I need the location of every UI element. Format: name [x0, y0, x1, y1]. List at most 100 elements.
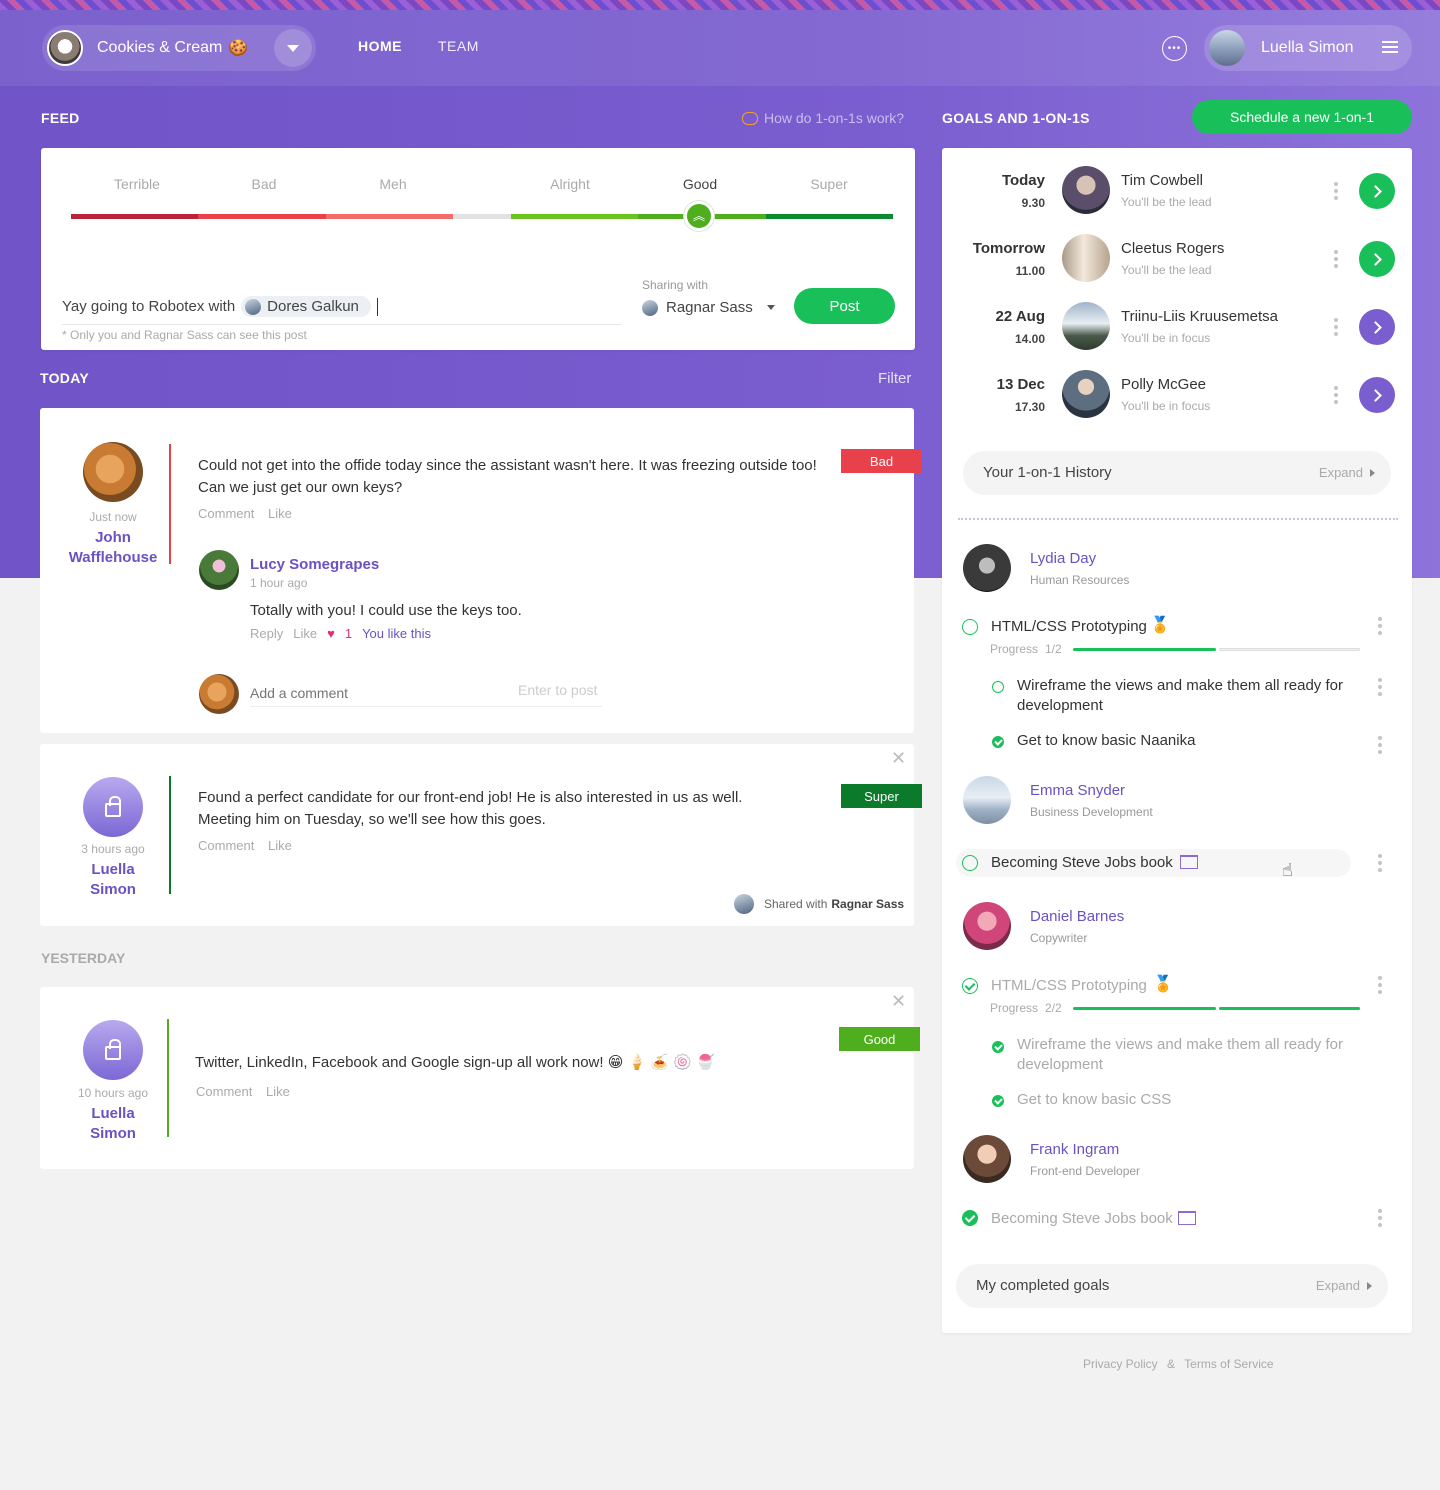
kebab-menu-icon[interactable] [1334, 182, 1338, 200]
enter-hint: Enter to post [518, 682, 598, 698]
org-dropdown-button[interactable] [274, 29, 312, 67]
comment-link[interactable]: Comment [196, 1084, 252, 1099]
reply-author[interactable]: Lucy Somegrapes [250, 556, 379, 573]
goal-row-hover[interactable] [956, 849, 1351, 877]
goal-status-icon[interactable] [962, 619, 978, 635]
meeting-person: Tim Cowbell [1121, 172, 1203, 189]
mood-badge: Bad [841, 449, 922, 473]
meeting-time: 9.30 [1021, 196, 1045, 210]
more-options-icon[interactable]: ••• [1162, 36, 1187, 61]
history-expand[interactable]: Your 1-on-1 History Expand [963, 451, 1391, 495]
meeting-row[interactable]: 22 Aug 14.00 Triinu-Liis Kruusemetsa You… [942, 284, 1412, 352]
avatar [83, 442, 143, 502]
expand-label: Expand [1315, 1278, 1360, 1293]
divider [958, 518, 1398, 520]
heart-icon: ♥ [327, 626, 335, 641]
subgoal-text: Wireframe the views and make them all re… [1017, 677, 1343, 714]
like-link[interactable]: Like [268, 838, 292, 853]
goal-title[interactable]: HTML/CSS Prototyping [991, 618, 1147, 635]
mood-meh[interactable]: Meh [333, 176, 453, 192]
like-link[interactable]: Like [266, 1084, 290, 1099]
privacy-link[interactable]: Privacy Policy [1083, 1357, 1158, 1371]
nav-home[interactable]: HOME [358, 38, 402, 54]
progress-label: Progress [990, 642, 1039, 656]
meeting-row[interactable]: Tomorrow 11.00 Cleetus Rogers You'll be … [942, 216, 1412, 284]
mood-alright[interactable]: Alright [510, 176, 630, 192]
divider [62, 324, 622, 325]
how-1on1-link[interactable]: How do 1-on-1s work? [742, 110, 904, 126]
filter-link[interactable]: Filter [878, 370, 911, 387]
meeting-person: Cleetus Rogers [1121, 240, 1225, 257]
progress-segment [1073, 648, 1216, 651]
kebab-menu-icon[interactable] [1378, 678, 1382, 696]
kebab-menu-icon[interactable] [1378, 617, 1382, 635]
kebab-menu-icon[interactable] [1334, 250, 1338, 268]
person-name[interactable]: Emma Snyder [1030, 782, 1125, 799]
kebab-menu-icon[interactable] [1334, 318, 1338, 336]
mood-terrible[interactable]: Terrible [77, 176, 197, 192]
shared-with-prefix: Shared with [764, 897, 828, 911]
kebab-menu-icon[interactable] [1378, 736, 1382, 754]
sharing-select[interactable]: Ragnar Sass [642, 299, 775, 316]
subgoal-status-icon[interactable] [992, 681, 1004, 693]
post-button[interactable]: Post [794, 288, 895, 324]
post-author-first[interactable]: Luella [43, 860, 183, 880]
open-meeting-button[interactable] [1359, 241, 1395, 277]
mood-super[interactable]: Super [769, 176, 889, 192]
mood-good[interactable]: Good [640, 176, 760, 192]
like-link[interactable]: Like [268, 506, 292, 521]
schedule-1on1-button[interactable]: Schedule a new 1-on-1 [1192, 100, 1412, 134]
subgoal-status-icon[interactable] [992, 736, 1004, 748]
you-like-this[interactable]: You like this [362, 626, 431, 641]
mood-slider-handle[interactable]: ︽ [684, 201, 714, 231]
terms-link[interactable]: Terms of Service [1184, 1357, 1273, 1371]
post-text: Twitter, LinkedIn, Facebook and Google s… [195, 1054, 715, 1071]
footer-ampersand: & [1167, 1357, 1176, 1371]
completed-goals-expand[interactable]: My completed goals Expand [956, 1264, 1388, 1308]
mood-indicator-line [169, 776, 171, 894]
feed-post: ✕ 10 hours ago Luella Simon Twitter, Lin… [40, 987, 920, 1169]
reply-link[interactable]: Reply [250, 626, 283, 641]
post-actions: Comment Like [198, 838, 302, 853]
open-meeting-button[interactable] [1359, 377, 1395, 413]
hamburger-menu-icon[interactable] [1382, 41, 1398, 53]
post-author-first[interactable]: Luella [43, 1104, 183, 1124]
user-name: Luella Simon [1261, 39, 1354, 56]
post-author-last[interactable]: Wafflehouse [43, 548, 183, 568]
post-input[interactable]: Yay going to Robotex with Dores Galkun [62, 296, 378, 317]
meeting-day: 13 Dec [996, 376, 1045, 393]
avatar [83, 1020, 143, 1080]
nav-team[interactable]: TEAM [438, 38, 479, 54]
subgoal-text: Get to know basic Naanika [1017, 732, 1196, 749]
mention-name: Dores Galkun [267, 298, 359, 315]
comment-link[interactable]: Comment [198, 506, 254, 521]
close-icon[interactable]: ✕ [891, 991, 906, 1012]
user-menu[interactable]: Luella Simon [1204, 25, 1412, 71]
org-switcher[interactable]: Cookies & Cream 🍪 [42, 25, 316, 71]
chevron-down-icon [287, 44, 299, 52]
meeting-role: You'll be in focus [1121, 331, 1211, 345]
reply-like-link[interactable]: Like [293, 626, 317, 641]
lock-icon [105, 796, 121, 817]
chevron-right-icon [1369, 320, 1382, 334]
caret-right-icon [1370, 469, 1375, 477]
meeting-row[interactable]: Today 9.30 Tim Cowbell You'll be the lea… [942, 148, 1412, 216]
meeting-row[interactable]: 13 Dec 17.30 Polly McGee You'll be in fo… [942, 352, 1412, 420]
reply-time: 1 hour ago [250, 576, 308, 590]
post-author-last[interactable]: Simon [43, 1124, 183, 1144]
close-icon[interactable]: ✕ [891, 748, 906, 769]
avatar [1062, 166, 1110, 214]
open-meeting-button[interactable] [1359, 309, 1395, 345]
mention-tag[interactable]: Dores Galkun [241, 296, 371, 317]
chevron-right-icon [1369, 388, 1382, 402]
post-author-last[interactable]: Simon [43, 880, 183, 900]
avatar [963, 776, 1011, 824]
kebab-menu-icon[interactable] [1334, 386, 1338, 404]
person-name[interactable]: Lydia Day [1030, 550, 1096, 567]
mood-bad[interactable]: Bad [204, 176, 324, 192]
open-meeting-button[interactable] [1359, 173, 1395, 209]
post-author-first[interactable]: John [43, 528, 183, 548]
mood-slider-track[interactable] [71, 214, 893, 219]
meeting-day: 22 Aug [995, 308, 1045, 325]
comment-link[interactable]: Comment [198, 838, 254, 853]
